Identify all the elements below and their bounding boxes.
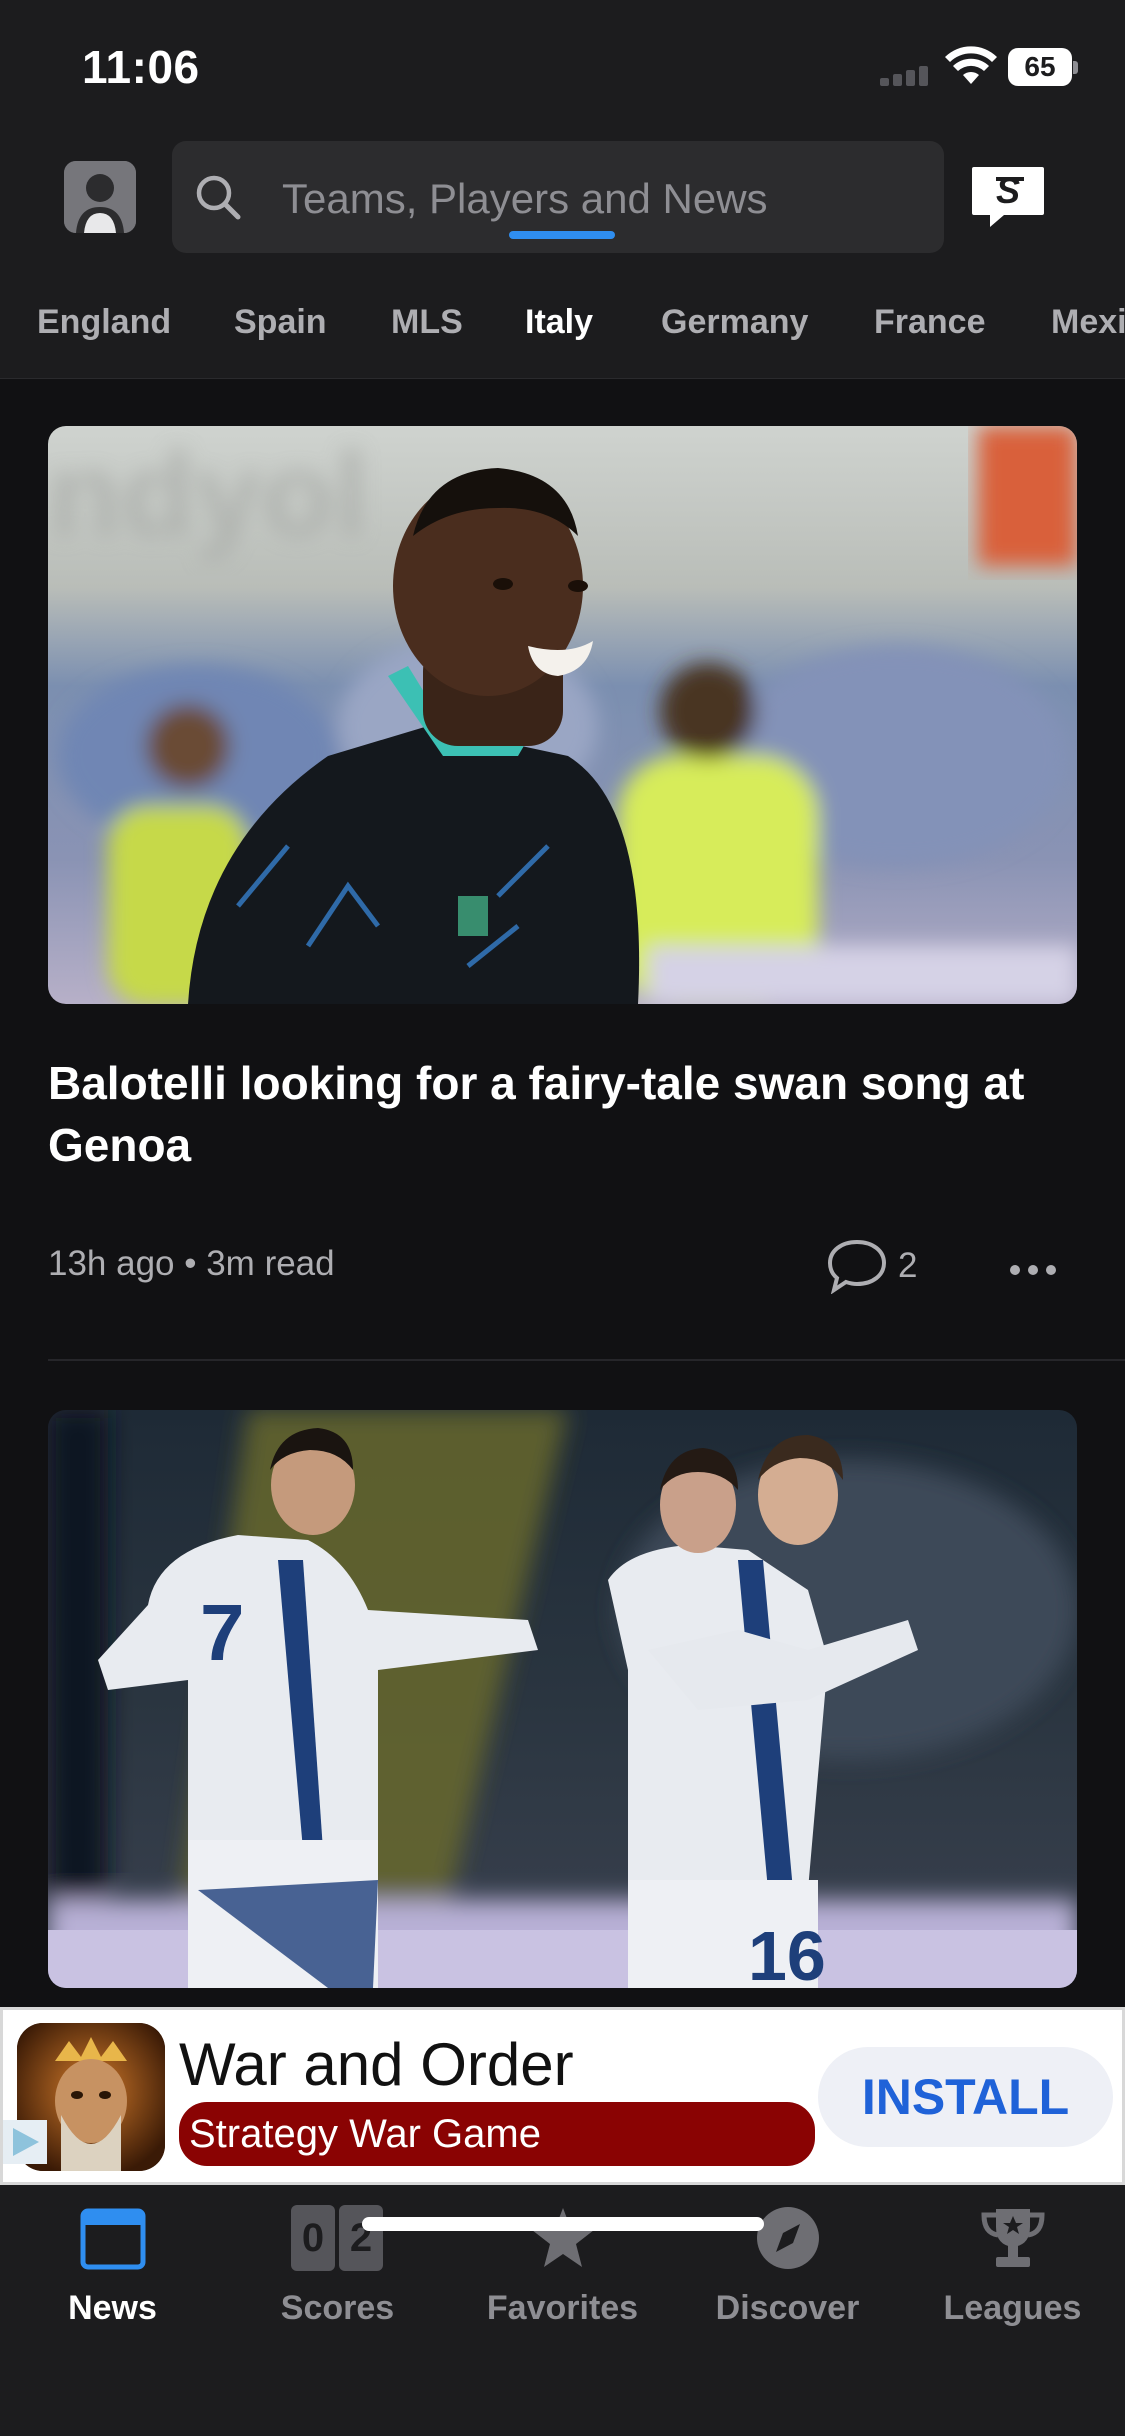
- comment-bubble-icon: [827, 1239, 887, 1294]
- article-divider: [48, 1359, 1125, 1361]
- star-icon: [532, 2208, 594, 2267]
- battery-icon: 65: [1008, 48, 1078, 88]
- comments-button[interactable]: 2: [826, 1238, 926, 1298]
- search-icon: [196, 175, 241, 220]
- chat-logo-button[interactable]: S: [970, 165, 1046, 231]
- ad-banner[interactable]: War and Order Strategy War Game INSTALL: [0, 2007, 1125, 2185]
- nav-scores[interactable]: 0 2 Scores: [225, 2185, 450, 2345]
- scores-icon: 0 2: [291, 2205, 387, 2271]
- article-headline[interactable]: Balotelli looking for a fairy-tale swan …: [48, 1052, 1088, 1176]
- trophy-icon: [981, 2209, 1045, 2267]
- status-time: 11:06: [82, 41, 200, 93]
- cellular-signal-icon: [880, 66, 930, 86]
- wifi-icon: [945, 46, 997, 84]
- news-icon: [80, 2208, 146, 2270]
- ad-choices-icon[interactable]: [3, 2120, 47, 2164]
- search-placeholder: Teams, Players and News: [282, 175, 768, 222]
- nav-leagues[interactable]: Leagues: [900, 2185, 1125, 2345]
- compass-icon: [757, 2207, 819, 2269]
- nav-discover[interactable]: Discover: [675, 2185, 900, 2345]
- ad-title: War and Order: [179, 2031, 574, 2098]
- person-icon: [64, 161, 136, 233]
- home-indicator[interactable]: [362, 2217, 764, 2231]
- comment-count: 2: [898, 1246, 918, 1285]
- more-options-icon[interactable]: [1008, 1250, 1058, 1290]
- article-image[interactable]: 7 16: [48, 1410, 1077, 1988]
- active-tab-indicator: [509, 231, 615, 239]
- article-image[interactable]: ndyol: [48, 426, 1077, 1004]
- svg-text:7: 7: [200, 1588, 245, 1677]
- header: Teams, Players and News S England Spain …: [0, 135, 1125, 379]
- status-bar: 11:06 65: [0, 0, 1125, 135]
- profile-avatar-button[interactable]: [64, 161, 136, 233]
- svg-text:ndyol: ndyol: [48, 428, 368, 562]
- team-celebration-photo: 7 16: [48, 1410, 1077, 1988]
- player-photo: ndyol: [48, 426, 1077, 1004]
- nav-favorites[interactable]: Favorites: [450, 2185, 675, 2345]
- battery-level: 65: [1008, 48, 1072, 86]
- nav-news[interactable]: News: [0, 2185, 225, 2345]
- article-meta: 13h ago • 3m read: [48, 1244, 335, 1283]
- install-button[interactable]: INSTALL: [818, 2047, 1113, 2147]
- svg-text:16: 16: [748, 1917, 826, 1988]
- league-tabs: England Spain MLS Italy Germany France M…: [37, 303, 1125, 341]
- svg-text:S: S: [996, 170, 1020, 211]
- ad-subtitle: Strategy War Game: [179, 2102, 815, 2166]
